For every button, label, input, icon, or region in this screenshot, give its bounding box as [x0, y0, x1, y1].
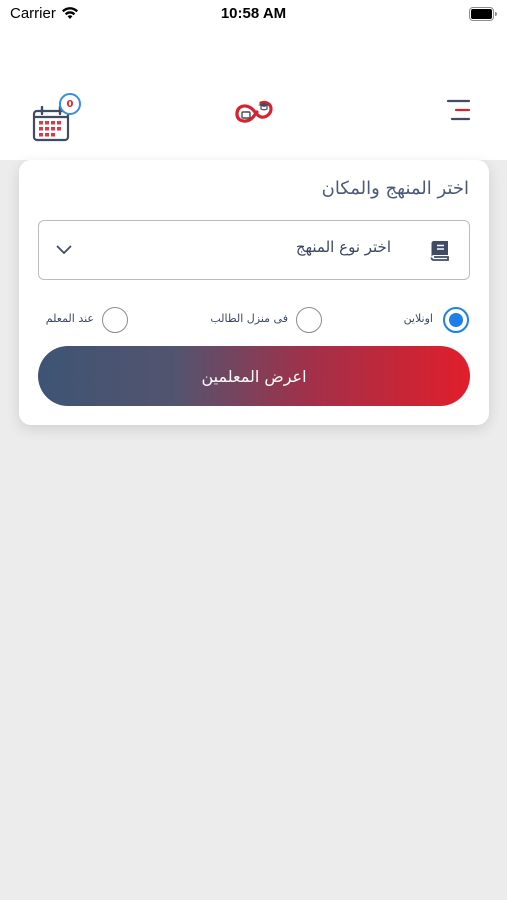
- search-card: اختر المنهج والمكان اختر نوع المنهج اونل…: [19, 160, 489, 425]
- app-header-area: Carrier 10:58 AM 0: [0, 0, 507, 160]
- radio-at-teacher-label: عند المعلم: [45, 312, 94, 325]
- radio-student-home-label: فى منزل الطالب: [210, 312, 288, 325]
- menu-button[interactable]: [443, 98, 473, 126]
- location-options: اونلاين فى منزل الطالب عند المعلم: [19, 305, 489, 335]
- status-time: 10:58 AM: [220, 5, 287, 22]
- radio-online-circle[interactable]: [443, 307, 469, 333]
- radio-at-teacher[interactable]: عند المعلم: [34, 305, 130, 335]
- radio-online-label: اونلاين: [403, 312, 433, 325]
- status-bar: Carrier 10:58 AM: [0, 0, 507, 30]
- curriculum-select[interactable]: اختر نوع المنهج: [38, 220, 470, 280]
- book-icon: [428, 238, 452, 266]
- chevron-down-icon: [55, 241, 73, 260]
- radio-student-home-circle[interactable]: [296, 307, 322, 333]
- card-title: اختر المنهج والمكان: [321, 178, 469, 199]
- app-logo: [231, 96, 277, 132]
- notification-badge: 0: [59, 93, 81, 115]
- show-teachers-button[interactable]: اعرض المعلمين: [38, 346, 470, 406]
- curriculum-select-label: اختر نوع المنهج: [295, 238, 391, 256]
- radio-student-home[interactable]: فى منزل الطالب: [194, 305, 324, 335]
- radio-online[interactable]: اونلاين: [389, 305, 469, 335]
- battery-icon: [469, 7, 497, 26]
- menu-icon: [446, 99, 471, 121]
- radio-at-teacher-circle[interactable]: [102, 307, 128, 333]
